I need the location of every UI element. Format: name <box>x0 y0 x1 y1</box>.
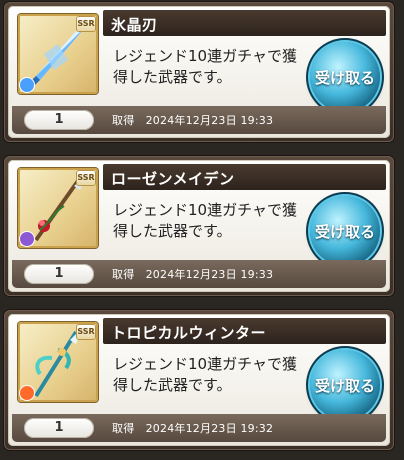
quantity-badge: 1 <box>24 264 94 284</box>
rarity-badge: SSR <box>77 325 95 339</box>
description-line: レジェンド10連ガチャで獲 <box>113 47 297 65</box>
weapon-description: レジェンド10連ガチャで獲 得した武器です。 <box>113 200 313 242</box>
weapon-description: レジェンド10連ガチャで獲 得した武器です。 <box>113 354 313 396</box>
reward-list: SSR 氷晶刃 レジェンド10連ガチャで獲 得した武器です。 受け取る 1 取得… <box>0 0 404 460</box>
claim-button[interactable]: 受け取る <box>310 42 380 112</box>
rarity-badge: SSR <box>77 17 95 31</box>
weapon-name: ローゼンメイデン <box>111 170 235 188</box>
element-icon <box>20 386 34 400</box>
quantity-badge: 1 <box>24 110 94 130</box>
weapon-thumbnail[interactable]: SSR <box>18 14 98 94</box>
info-bar: 1 取得 2024年12月23日 19:33 <box>12 106 386 134</box>
element-icon <box>20 78 34 92</box>
weapon-description: レジェンド10連ガチャで獲 得した武器です。 <box>113 46 313 88</box>
claim-button[interactable]: 受け取る <box>310 196 380 266</box>
acquired-date: 取得 2024年12月23日 19:33 <box>112 268 274 281</box>
description-line: レジェンド10連ガチャで獲 <box>113 355 297 373</box>
weapon-thumbnail[interactable]: SSR <box>18 168 98 248</box>
info-bar: 1 取得 2024年12月23日 19:33 <box>12 260 386 288</box>
reward-card: SSR トロピカルウィンター レジェンド10連ガチャで獲 得した武器です。 受け… <box>4 310 394 450</box>
description-line: 得した武器です。 <box>113 222 232 240</box>
title-bar: トロピカルウィンター <box>103 318 386 344</box>
description-line: 得した武器です。 <box>113 68 232 86</box>
weapon-name: トロピカルウィンター <box>111 324 267 342</box>
reward-card-body: SSR トロピカルウィンター レジェンド10連ガチャで獲 得した武器です。 受け… <box>8 314 390 446</box>
reward-card: SSR 氷晶刃 レジェンド10連ガチャで獲 得した武器です。 受け取る 1 取得… <box>4 2 394 142</box>
element-icon <box>20 232 34 246</box>
reward-card-body: SSR ローゼンメイデン レジェンド10連ガチャで獲 得した武器です。 受け取る… <box>8 160 390 292</box>
info-bar: 1 取得 2024年12月23日 19:32 <box>12 414 386 442</box>
acquired-date: 取得 2024年12月23日 19:33 <box>112 114 274 127</box>
title-bar: 氷晶刃 <box>103 10 386 36</box>
claim-button[interactable]: 受け取る <box>310 350 380 420</box>
acquired-date: 取得 2024年12月23日 19:32 <box>112 422 274 435</box>
title-bar: ローゼンメイデン <box>103 164 386 190</box>
reward-card-body: SSR 氷晶刃 レジェンド10連ガチャで獲 得した武器です。 受け取る 1 取得… <box>8 6 390 138</box>
reward-card: SSR ローゼンメイデン レジェンド10連ガチャで獲 得した武器です。 受け取る… <box>4 156 394 296</box>
rarity-badge: SSR <box>77 171 95 185</box>
quantity-badge: 1 <box>24 418 94 438</box>
description-line: 得した武器です。 <box>113 376 232 394</box>
weapon-thumbnail[interactable]: SSR <box>18 322 98 402</box>
description-line: レジェンド10連ガチャで獲 <box>113 201 297 219</box>
weapon-name: 氷晶刃 <box>111 16 158 34</box>
